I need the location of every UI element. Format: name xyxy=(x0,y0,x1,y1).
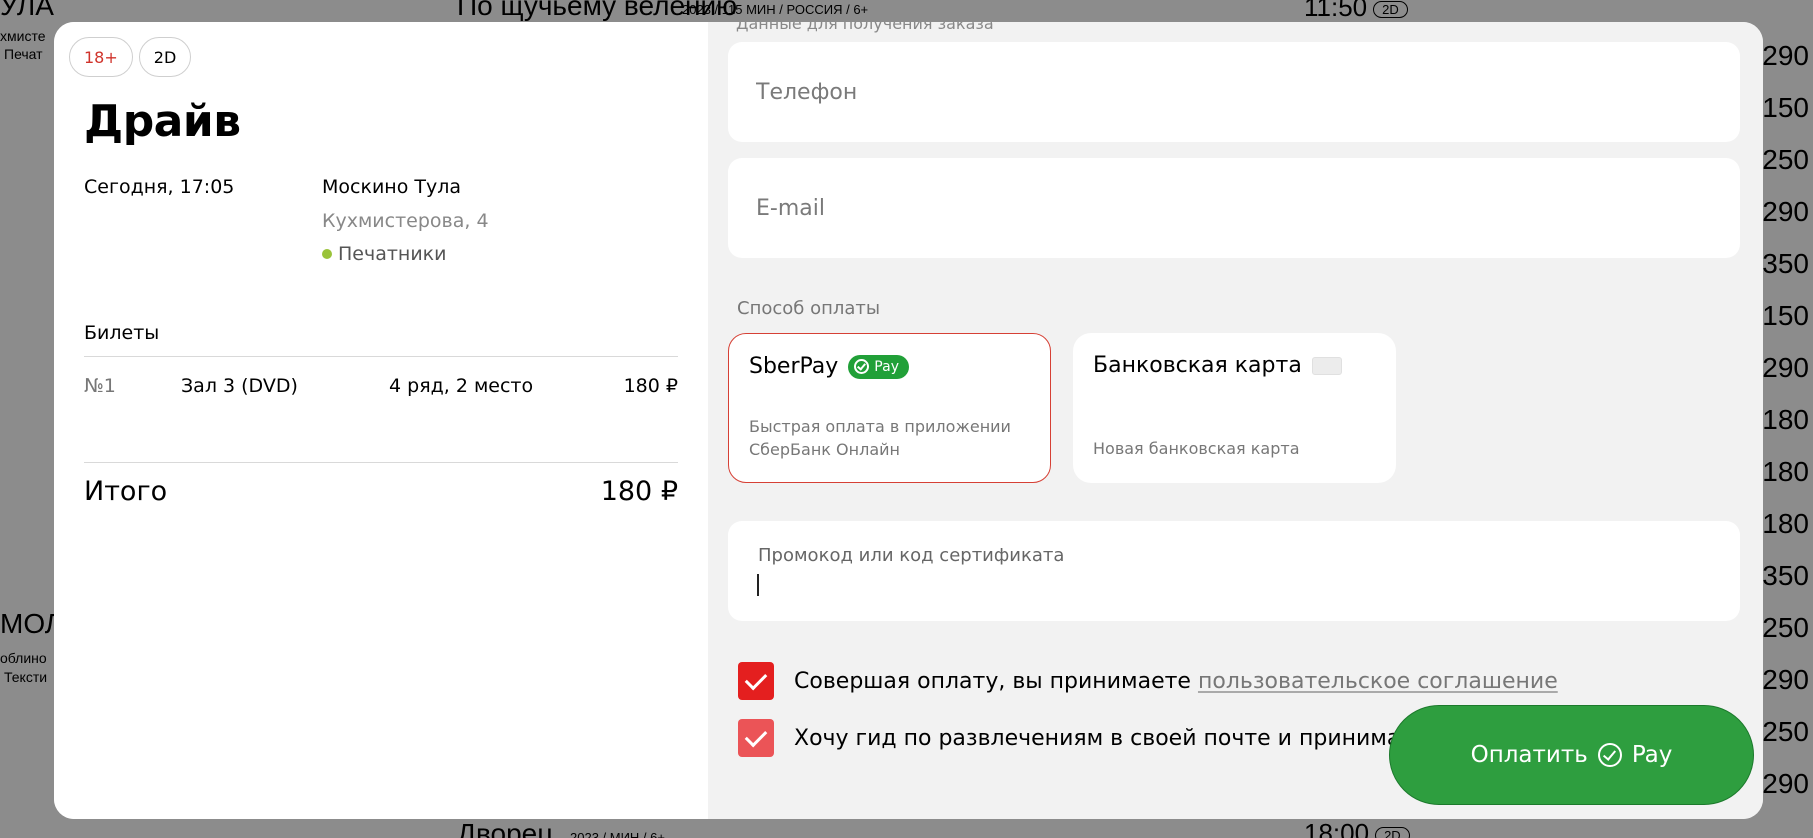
newsletter-checkbox[interactable] xyxy=(738,719,774,757)
pay-button-label: Оплатить xyxy=(1470,742,1588,768)
cinema-name: Москино Тула xyxy=(322,176,462,198)
metro-dot-icon xyxy=(322,249,332,259)
payment-option-description-line: СберБанк Онлайн xyxy=(749,440,900,459)
total-label: Итого xyxy=(84,476,168,507)
pay-button-badge: Pay xyxy=(1631,742,1673,768)
terms-checkbox[interactable] xyxy=(738,662,774,700)
film-tags: 18+ 2D xyxy=(69,37,192,77)
metro-station: Печатники xyxy=(322,243,447,265)
email-field[interactable] xyxy=(728,158,1740,258)
newsletter-text: Хочу гид по развлечениям в своей почте и… xyxy=(794,725,1419,751)
ticket-hall: Зал 3 (DVD) xyxy=(181,375,298,397)
bank-card-label: Банковская карта xyxy=(1093,353,1302,378)
payment-option-sberpay[interactable]: SberPay Pay Быстрая оплата в приложении … xyxy=(728,333,1051,483)
sberpay-label: SberPay xyxy=(749,354,839,379)
payment-option-description: Новая банковская карта xyxy=(1093,437,1376,460)
checkout-form: Данные для получения заказа Способ оплат… xyxy=(708,22,1763,819)
contact-section-title: Данные для получения заказа xyxy=(736,22,994,33)
payment-option-description: Быстрая оплата в приложении СберБанк Онл… xyxy=(749,415,1030,461)
metro-station-label: Печатники xyxy=(338,243,447,265)
format-chip: 2D xyxy=(138,37,192,77)
phone-input[interactable] xyxy=(756,42,1706,142)
promo-code-label: Промокод или код сертификата xyxy=(758,545,1065,566)
payment-method-title: Способ оплаты xyxy=(737,298,881,319)
ticket-seat: 4 ряд, 2 место xyxy=(389,375,534,397)
divider xyxy=(84,462,678,463)
film-title: Драйв xyxy=(84,96,241,147)
payment-option-description-line: Быстрая оплата в приложении xyxy=(749,417,1011,436)
ticket-price: 180 ₽ xyxy=(623,375,678,397)
sberpay-check-icon xyxy=(1597,743,1622,767)
terms-text: Совершая оплату, вы принимаете пользоват… xyxy=(794,668,1558,694)
promo-code-input[interactable] xyxy=(756,569,1706,605)
newsletter-agreement: Хочу гид по развлечениям в своей почте и… xyxy=(738,719,1419,757)
sberpay-badge: Pay xyxy=(848,354,909,379)
text-cursor xyxy=(757,574,759,596)
ticket-number: №1 xyxy=(84,375,116,397)
order-summary: 18+ 2D Драйв Сегодня, 17:05 Москино Тула… xyxy=(54,22,708,819)
age-rating-chip: 18+ xyxy=(69,37,133,77)
email-input[interactable] xyxy=(756,158,1706,258)
terms-agreement: Совершая оплату, вы принимаете пользоват… xyxy=(738,662,1558,700)
checkout-modal: 18+ 2D Драйв Сегодня, 17:05 Москино Тула… xyxy=(54,22,1763,819)
tickets-title: Билеты xyxy=(84,322,160,344)
cinema-address: Кухмистерова, 4 xyxy=(322,210,489,232)
divider xyxy=(84,356,678,357)
pay-button[interactable]: Оплатить Pay xyxy=(1389,705,1754,805)
sberpay-check-icon xyxy=(854,359,870,374)
bank-card-icon xyxy=(1311,356,1342,375)
sberpay-badge-label: Pay xyxy=(874,358,899,375)
user-agreement-link[interactable]: пользовательское соглашение xyxy=(1198,669,1558,694)
phone-field[interactable] xyxy=(728,42,1740,142)
total-value: 180 ₽ xyxy=(600,476,678,507)
payment-option-title: SberPay Pay xyxy=(749,354,1030,379)
payment-option-title: Банковская карта xyxy=(1093,353,1376,378)
promo-code-field[interactable]: Промокод или код сертификата xyxy=(728,521,1740,621)
session-date: Сегодня, 17:05 xyxy=(84,176,235,198)
payment-option-description-line: Новая банковская карта xyxy=(1093,439,1300,458)
payment-option-bank-card[interactable]: Банковская карта Новая банковская карта xyxy=(1073,333,1396,483)
